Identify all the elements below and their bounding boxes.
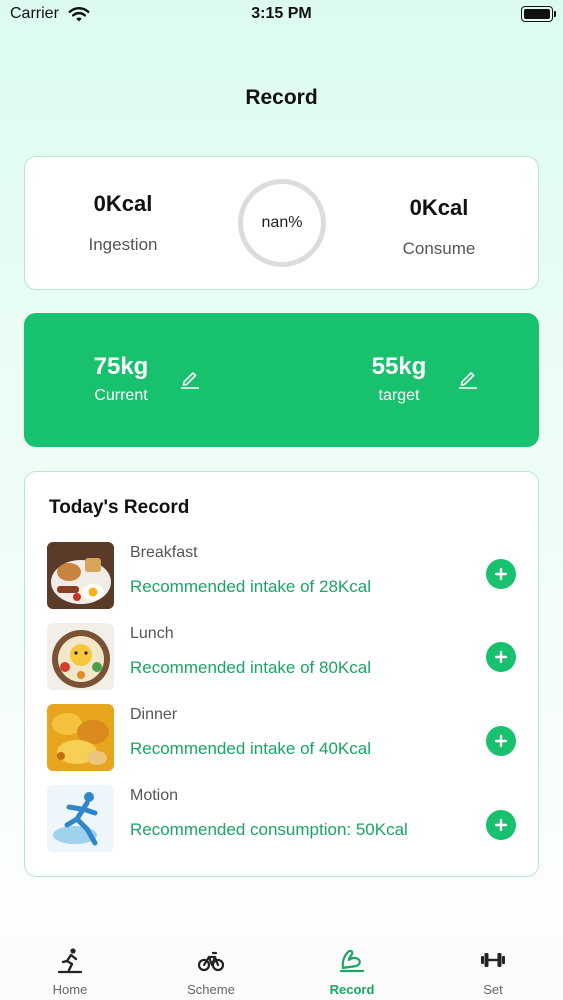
- progress-text: nan%: [261, 214, 303, 231]
- tab-label: Scheme: [187, 982, 235, 997]
- dinner-image: [47, 704, 114, 771]
- calorie-summary-card: 0Kcal Ingestion nan% 0Kcal Consume: [24, 156, 539, 290]
- progress-ring: nan%: [238, 179, 326, 267]
- ingestion-label: Ingestion: [88, 235, 158, 254]
- plus-icon: [494, 734, 508, 748]
- running-icon: [57, 948, 83, 974]
- plus-icon: [494, 567, 508, 581]
- ingestion-value: 0Kcal: [93, 191, 153, 216]
- tab-label: Set: [483, 982, 503, 997]
- tab-bar: Home Scheme Record Set: [0, 935, 563, 1000]
- record-item-name: Lunch: [130, 625, 174, 642]
- record-item-name: Dinner: [130, 706, 178, 723]
- current-weight-block: 75kg Current: [61, 353, 181, 405]
- record-item-motion[interactable]: Motion Recommended consumption: 50Kcal: [47, 785, 517, 853]
- record-item-lunch[interactable]: Lunch Recommended intake of 80Kcal: [47, 623, 517, 691]
- record-item-desc: Recommended intake of 40Kcal: [130, 739, 371, 758]
- bicycle-icon: [197, 951, 225, 972]
- edit-current-weight-icon[interactable]: [179, 367, 201, 389]
- add-breakfast-button[interactable]: [486, 559, 516, 589]
- arm-muscle-icon: [339, 949, 365, 973]
- tab-scheme[interactable]: Scheme: [141, 935, 281, 1000]
- record-item-desc: Recommended intake of 80Kcal: [130, 658, 371, 677]
- target-weight-label: target: [378, 387, 420, 404]
- records-title: Today's Record: [49, 497, 190, 518]
- edit-target-weight-icon[interactable]: [457, 367, 479, 389]
- record-item-breakfast[interactable]: Breakfast Recommended intake of 28Kcal: [47, 542, 517, 610]
- tab-home[interactable]: Home: [0, 935, 140, 1000]
- tab-label: Home: [52, 982, 88, 997]
- record-item-dinner[interactable]: Dinner Recommended intake of 40Kcal: [47, 704, 517, 772]
- consume-block: 0Kcal Consume: [359, 195, 519, 259]
- consume-label: Consume: [402, 239, 476, 258]
- add-dinner-button[interactable]: [486, 726, 516, 756]
- tab-label: Record: [329, 982, 375, 997]
- ingestion-block: 0Kcal Ingestion: [43, 191, 203, 255]
- target-weight-block: 55kg target: [339, 353, 459, 405]
- plus-icon: [494, 818, 508, 832]
- tab-record[interactable]: Record: [282, 935, 422, 1000]
- lunch-image: [47, 623, 114, 690]
- add-lunch-button[interactable]: [486, 642, 516, 672]
- add-motion-button[interactable]: [486, 810, 516, 840]
- record-item-name: Motion: [130, 787, 179, 804]
- status-bar: Carrier 3:15 PM: [0, 0, 563, 30]
- motion-image: [47, 785, 114, 852]
- record-item-desc: Recommended intake of 28Kcal: [130, 577, 371, 596]
- record-item-desc: Recommended consumption: 50Kcal: [130, 820, 408, 839]
- breakfast-image: [47, 542, 114, 609]
- record-item-name: Breakfast: [130, 544, 198, 561]
- current-weight-value: 75kg: [93, 353, 149, 380]
- clock: 3:15 PM: [251, 5, 312, 22]
- plus-icon: [494, 650, 508, 664]
- consume-value: 0Kcal: [409, 195, 469, 220]
- current-weight-label: Current: [94, 387, 148, 404]
- tab-set[interactable]: Set: [423, 935, 563, 1000]
- dumbbell-icon: [481, 953, 505, 967]
- page-title: Record: [245, 86, 318, 109]
- weight-card: 75kg Current 55kg target: [24, 313, 539, 447]
- battery-icon: [521, 6, 556, 22]
- target-weight-value: 55kg: [371, 353, 427, 380]
- todays-record-card: Today's Record Breakfast Recommended int…: [24, 471, 539, 877]
